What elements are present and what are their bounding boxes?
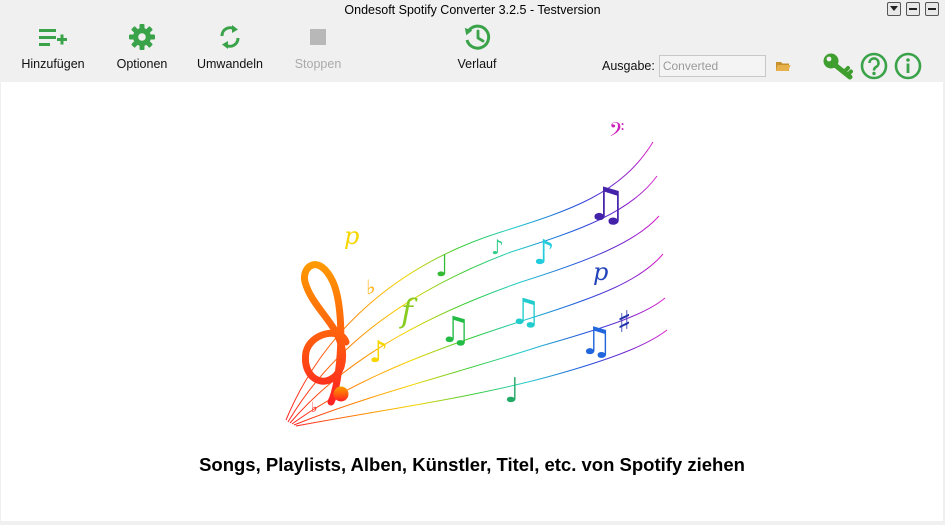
window-menu-button[interactable] bbox=[887, 2, 901, 16]
minimize-icon bbox=[909, 8, 917, 10]
music-notes-illustration: ♭ ♭ p ♪ f ♩ ♫ ♪ ♪ ♫ ♩ p ♫ ♯ ♫ 𝄢 bbox=[285, 118, 668, 427]
output-folder-input[interactable] bbox=[658, 55, 766, 77]
svg-text:p: p bbox=[593, 258, 608, 286]
add-button-label: Hinzufügen bbox=[21, 57, 85, 71]
svg-text:p: p bbox=[344, 222, 359, 250]
title-bar: Ondesoft Spotify Converter 3.2.5 - Testv… bbox=[0, 0, 945, 20]
history-button[interactable]: Verlauf bbox=[452, 20, 502, 80]
add-playlist-icon bbox=[39, 29, 67, 46]
minimize-button[interactable] bbox=[906, 2, 920, 16]
register-button[interactable] bbox=[822, 51, 854, 81]
gear-icon bbox=[129, 24, 155, 50]
key-icon bbox=[823, 53, 853, 80]
chevron-down-icon bbox=[890, 6, 898, 11]
output-label: Ausgabe: bbox=[602, 59, 655, 73]
app-window: Ondesoft Spotify Converter 3.2.5 - Testv… bbox=[0, 0, 945, 525]
toolbar: Hinzufügen Optionen Umwandeln Stoppen Ve… bbox=[0, 20, 945, 80]
help-button[interactable] bbox=[860, 52, 888, 80]
stop-button-label: Stoppen bbox=[294, 57, 342, 71]
refresh-icon bbox=[220, 25, 240, 49]
history-icon bbox=[464, 24, 491, 50]
window-controls bbox=[887, 2, 939, 16]
svg-text:𝄢: 𝄢 bbox=[609, 118, 624, 146]
svg-text:♪: ♪ bbox=[369, 335, 388, 370]
history-button-label: Verlauf bbox=[457, 57, 497, 71]
convert-button[interactable]: Umwandeln bbox=[195, 20, 265, 80]
svg-text:♭: ♭ bbox=[311, 400, 318, 416]
stop-button[interactable]: Stoppen bbox=[292, 20, 344, 80]
utility-icons bbox=[822, 51, 922, 81]
close-icon bbox=[928, 8, 936, 10]
svg-text:♫: ♫ bbox=[439, 310, 471, 351]
svg-text:♫: ♫ bbox=[586, 177, 627, 231]
svg-text:♪: ♪ bbox=[491, 235, 504, 259]
info-button[interactable] bbox=[894, 52, 922, 80]
help-icon bbox=[860, 52, 888, 80]
info-icon bbox=[894, 52, 922, 80]
svg-text:♩: ♩ bbox=[435, 249, 449, 284]
add-button[interactable]: Hinzufügen bbox=[21, 20, 85, 80]
close-button[interactable] bbox=[925, 2, 939, 16]
output-section: Ausgabe: bbox=[602, 55, 791, 77]
window-title: Ondesoft Spotify Converter 3.2.5 - Testv… bbox=[344, 3, 601, 17]
svg-text:♭: ♭ bbox=[366, 275, 375, 299]
convert-button-label: Umwandeln bbox=[196, 57, 263, 71]
svg-text:♫: ♫ bbox=[579, 319, 613, 363]
svg-text:♯: ♯ bbox=[617, 305, 632, 340]
drop-hint-headline: Songs, Playlists, Alben, Künstler, Titel… bbox=[199, 454, 745, 475]
svg-text:♫: ♫ bbox=[509, 292, 541, 333]
svg-text:♩: ♩ bbox=[504, 371, 520, 411]
options-button-label: Optionen bbox=[116, 57, 168, 71]
options-button[interactable]: Optionen bbox=[114, 20, 170, 80]
svg-text:♪: ♪ bbox=[533, 233, 555, 273]
stop-icon bbox=[310, 29, 326, 45]
folder-icon bbox=[775, 62, 791, 71]
browse-folder-button[interactable] bbox=[775, 59, 791, 73]
drop-area[interactable]: ♭ ♭ p ♪ f ♩ ♫ ♪ ♪ ♫ ♩ p ♫ ♯ ♫ 𝄢 Songs, P… bbox=[1, 82, 943, 521]
